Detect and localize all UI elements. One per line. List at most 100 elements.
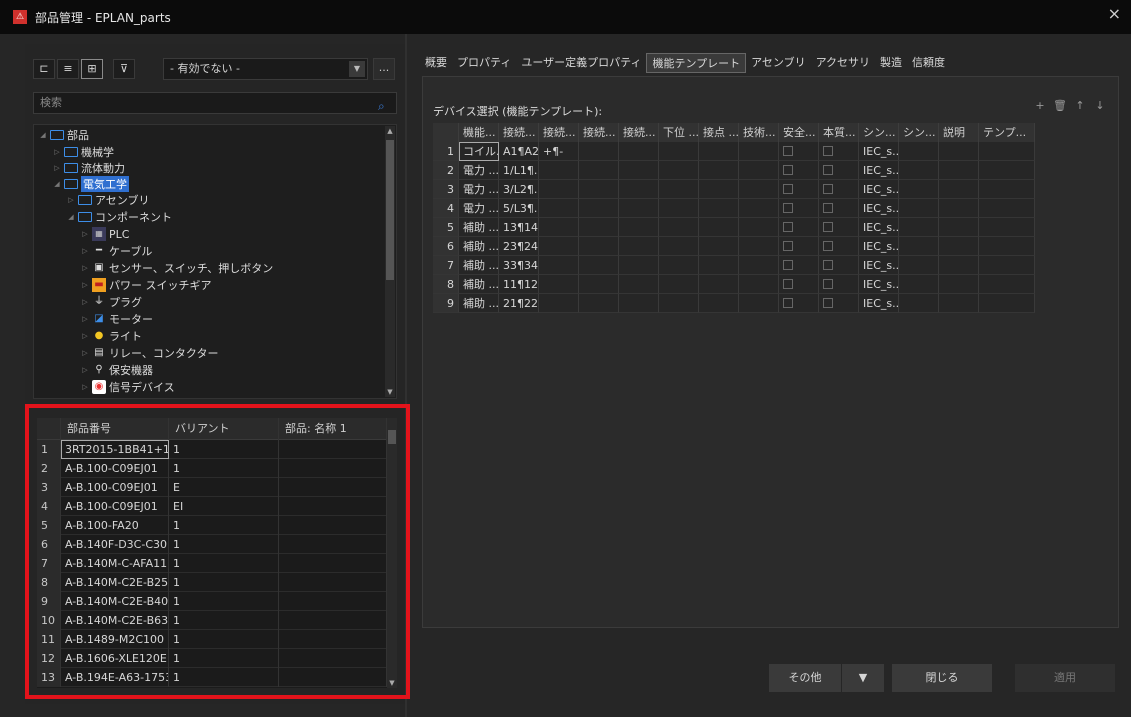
symbol-library-cell[interactable]: IEC_s... [859,180,899,199]
table-row[interactable]: 6 補助 ... 23¶24 IEC_s... [433,237,1093,256]
cell[interactable] [579,180,619,199]
cell[interactable] [899,199,939,218]
collapse-icon[interactable]: ◢ [52,180,62,188]
checkbox[interactable] [783,260,793,270]
apply-button[interactable]: 適用 [1015,664,1115,692]
name-cell[interactable] [279,440,387,459]
connection-cell[interactable] [539,237,579,256]
name-cell[interactable] [279,478,387,497]
tree-scrollbar[interactable]: ▲ ▼ [385,126,395,397]
checkbox-cell[interactable] [819,161,859,180]
connection-cell[interactable]: 11¶12 [499,275,539,294]
table-row[interactable]: 3電力 ...3/L2¶... IEC_s... [433,180,1093,199]
symbol-library-cell[interactable]: IEC_s... [859,142,899,161]
cell[interactable] [899,218,939,237]
row-number[interactable]: 5 [433,218,459,237]
table-row[interactable]: 3 A-B.100-C09EJ01 E [37,478,397,497]
row-number[interactable]: 4 [433,199,459,218]
part-number-cell[interactable]: 3RT2015-1BB41+1... [61,440,169,459]
collapse-icon[interactable]: ◢ [66,213,76,221]
tab-6[interactable]: 製造 [875,53,907,73]
cell[interactable] [699,237,739,256]
cell[interactable] [939,237,979,256]
checkbox[interactable] [823,165,833,175]
connection-cell[interactable] [539,218,579,237]
expand-icon[interactable]: ▷ [80,383,90,391]
cell[interactable] [619,256,659,275]
checkbox-cell[interactable] [819,294,859,313]
table-row[interactable]: 8 補助 ... 11¶12 IEC_s... [433,275,1093,294]
search-input[interactable]: 検索 ⌕ [33,92,397,114]
variant-cell[interactable]: 1 [169,459,279,478]
checkbox[interactable] [823,260,833,270]
part-number-cell[interactable]: A-B.100-C09EJ01 [61,497,169,516]
function-cell[interactable]: 補助 ... [459,256,499,275]
part-number-cell[interactable]: A-B.1606-XLE120E... [61,649,169,668]
cell[interactable] [899,275,939,294]
cell[interactable] [579,199,619,218]
scroll-up-icon[interactable]: ▲ [385,126,395,136]
column-header[interactable]: 接点 ... [699,123,739,143]
variant-cell[interactable]: EI [169,497,279,516]
expand-icon[interactable]: ▷ [52,164,62,172]
tree-scroll-thumb[interactable] [386,140,394,280]
cell[interactable] [579,161,619,180]
connection-cell[interactable]: 1/L1¶... [499,161,539,180]
column-header[interactable]: 説明 [939,123,979,143]
tab-3[interactable]: 機能テンプレート [646,53,747,73]
connection-cell[interactable] [539,199,579,218]
cell[interactable] [899,180,939,199]
table-row[interactable]: 11 A-B.1489-M2C100 1 [37,630,397,649]
connection-cell[interactable] [539,275,579,294]
tree-item-plug[interactable]: ▷ ⏚ プラグ [80,294,142,310]
cell[interactable] [579,142,619,161]
cell[interactable] [659,142,699,161]
checkbox[interactable] [783,146,793,156]
table-row[interactable]: 4電力 ...5/L3¶... IEC_s... [433,199,1093,218]
table-row[interactable]: 8 A-B.140M-C2E-B25 1 [37,573,397,592]
part-number-cell[interactable]: A-B.140M-C-AFA11 [61,554,169,573]
row-number[interactable]: 8 [37,573,61,592]
cell[interactable] [579,218,619,237]
checkbox-cell[interactable] [779,294,819,313]
checkbox-cell[interactable] [779,161,819,180]
row-number[interactable]: 9 [37,592,61,611]
row-number[interactable]: 1 [433,142,459,161]
cell[interactable] [699,256,739,275]
symbol-library-cell[interactable]: IEC_s... [859,275,899,294]
table-row[interactable]: 7 A-B.140M-C-AFA11 1 [37,554,397,573]
checkbox-cell[interactable] [819,237,859,256]
part-number-cell[interactable]: A-B.140M-C2E-B25 [61,573,169,592]
row-number[interactable]: 6 [37,535,61,554]
checkbox[interactable] [823,298,833,308]
part-number-cell[interactable]: A-B.194E-A63-1753 [61,668,169,687]
cell[interactable] [939,142,979,161]
corner-cell[interactable] [433,123,459,143]
cell[interactable] [739,161,779,180]
checkbox[interactable] [823,184,833,194]
list-view-icon[interactable]: ≡ [57,59,79,79]
name-cell[interactable] [279,630,387,649]
cell[interactable] [739,237,779,256]
cell[interactable] [939,218,979,237]
symbol-library-cell[interactable]: IEC_s... [859,294,899,313]
tab-7[interactable]: 信頼度 [907,53,950,73]
column-header[interactable]: テンプ... [979,123,1035,143]
cell[interactable] [619,218,659,237]
name-cell[interactable] [279,573,387,592]
tree-item-sensors[interactable]: ▷ ▣ センサー、スイッチ、押しボタン [80,260,273,276]
row-number[interactable]: 2 [37,459,61,478]
column-header[interactable]: シン... [899,123,939,143]
variant-cell[interactable]: 1 [169,535,279,554]
tree-item-cable[interactable]: ▷ ━ ケーブル [80,243,152,259]
symbol-library-cell[interactable]: IEC_s... [859,256,899,275]
column-header[interactable]: シン... [859,123,899,143]
expand-icon[interactable]: ▷ [80,264,90,272]
row-number[interactable]: 10 [37,611,61,630]
checkbox[interactable] [823,146,833,156]
part-number-cell[interactable]: A-B.140M-C2E-B63 [61,611,169,630]
connection-cell[interactable]: +¶- [539,142,579,161]
connection-cell[interactable]: 33¶34 [499,256,539,275]
checkbox-cell[interactable] [819,256,859,275]
function-cell[interactable]: 補助 ... [459,294,499,313]
